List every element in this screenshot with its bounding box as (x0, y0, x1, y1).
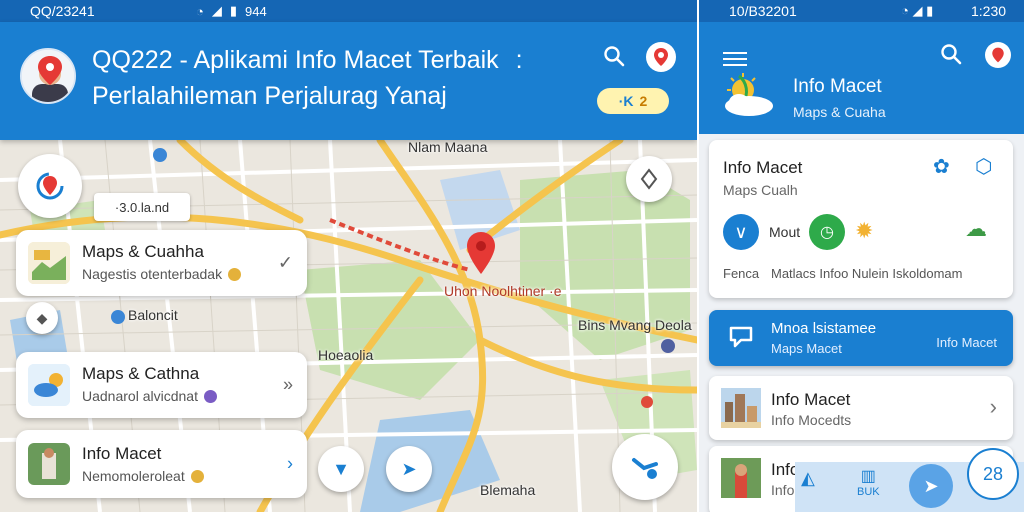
route-fab[interactable]: 28 (967, 448, 1019, 500)
info-card-title: Info Macet (723, 158, 803, 177)
traffic-pill[interactable]: ·K 2 (597, 88, 669, 114)
signal-icon: ◢ (211, 3, 222, 18)
highlight-card[interactable]: Mnoa lsistamee Maps Macet Info Macet (709, 310, 1013, 366)
left-screen: Nlam Maana Uhon Noolhtiner ·e Bins Mvang… (0, 0, 697, 512)
chevron-right-icon: › (989, 394, 997, 419)
navigation-arrow-icon: ➤ (923, 475, 939, 496)
overflow-menu-icon[interactable]: : (516, 46, 523, 74)
app-bar: QQ222 - Aplikami Info Macet Terbaik : Pe… (0, 22, 697, 140)
check-icon: ✓ (277, 252, 293, 273)
status-bar: 10/B32201 ◔ ◢ ▮ 1:230 (699, 0, 1024, 22)
list-item[interactable]: Maps & Cuahha Nagestis otenterbadak ✓ (16, 230, 307, 296)
person-thumbnail (721, 458, 761, 498)
app-name: Info Macet (793, 76, 882, 97)
chevron-down-icon[interactable]: ∨ (723, 214, 759, 250)
highlight-subtitle: Maps Macet (771, 341, 842, 356)
my-location-button[interactable] (18, 154, 82, 218)
status-time: 10/B32201 (729, 3, 797, 19)
weather-logo-icon (725, 73, 773, 116)
card-subtitle: Uadnarol alvicdnat (82, 388, 217, 404)
wifi-icon: ◔ (196, 3, 204, 19)
page-title: QQ222 - Aplikami Info Macet Terbaik : (92, 46, 523, 74)
navigate-fab[interactable]: ➤ (909, 464, 953, 508)
action-label: Mout (769, 224, 801, 240)
card-subtitle: Nagestis otenterbadak (82, 266, 242, 282)
hamburger-menu-icon[interactable] (723, 48, 747, 70)
location-pin-icon[interactable] (466, 232, 496, 274)
home-nav-icon[interactable]: ◭ (801, 468, 815, 489)
chat-icon (729, 326, 753, 348)
status-time: QQ/23241 (30, 3, 95, 19)
navigate-button[interactable]: ➤ (386, 446, 432, 492)
map-label-bottom: Blemaha (480, 482, 536, 498)
book-nav-label: BUK (857, 486, 880, 498)
list-item[interactable]: Maps & Cathna Uadnarol alvicdnat » (16, 352, 307, 418)
avatar[interactable] (20, 48, 76, 104)
city-thumbnail (721, 388, 761, 428)
list-subtitle: Info Mocedts (771, 412, 852, 428)
compass-button[interactable] (626, 156, 672, 202)
pill-right: 2 (639, 93, 648, 109)
footer-left: Fenca (723, 266, 760, 281)
signal-map-icon: ▼ (332, 458, 350, 479)
compass-icon (640, 168, 658, 190)
app-bar: Info Macet Maps & Cuaha (699, 22, 1024, 134)
share-icon[interactable]: ⬡ (975, 154, 992, 179)
list-item[interactable]: Info Macet Nemomoleroleat › (16, 430, 307, 498)
card-title: Maps & Cathna (82, 364, 200, 383)
map-label-right: Bins Mvang Deola (578, 317, 692, 333)
badge-icon (228, 267, 242, 281)
book-nav-item[interactable]: ▥ BUK (857, 466, 880, 498)
card-subtitle: Nemomoleroleat (82, 468, 204, 484)
map-label-lower: Hoeaolia (318, 347, 374, 363)
weather-thumbnail (28, 364, 70, 406)
sun-icon: ✹ (855, 218, 874, 243)
photo-thumbnail (28, 443, 70, 485)
navigation-arrow-icon: ➤ (401, 458, 417, 479)
map-tooltip: ·3.0.la.nd (94, 193, 190, 221)
badge-icon (190, 469, 204, 483)
list-item[interactable]: Info Macet Info Mocedts › (709, 376, 1013, 440)
map-label-center: Uhon Noolhtiner ·e (444, 283, 562, 299)
page-subtitle: Perlalahileman Perjalurag Yanaj (92, 82, 447, 110)
map-label-top: Nlam Maana (408, 139, 488, 155)
right-screen: 10/B32201 ◔ ◢ ▮ 1:230 Info Macet Maps & … (697, 0, 1024, 512)
wifi-map-button[interactable]: ▼ (318, 446, 364, 492)
battery-icon: ▮ (229, 3, 238, 18)
info-card: Info Macet Maps Cualh ✿ ⬡ ∨ Mout ◷ ✹ ☁ F… (709, 140, 1013, 298)
card-title: Info Macet (82, 444, 162, 463)
route-icon (632, 458, 658, 479)
status-icons-text: 944 (245, 3, 267, 19)
highlight-title: Mnoa lsistamee (771, 320, 877, 337)
status-icons: ◔ ◢ ▮ (901, 3, 934, 18)
notification-icon[interactable] (646, 42, 676, 72)
map-label-mid: Baloncit (128, 307, 178, 323)
info-card-subtitle: Maps Cualh (723, 182, 798, 198)
chevron-right-icon: › (287, 453, 293, 474)
status-clock: 1:230 (971, 3, 1007, 19)
list-title: Info Macet (771, 390, 851, 409)
bookmark-icon[interactable]: ✿ (933, 154, 950, 179)
status-icons: ◔ ◢ ▮ 944 (196, 3, 267, 19)
layers-button[interactable]: ◆ (26, 302, 58, 334)
pill-left: ·K (618, 93, 634, 109)
search-icon[interactable] (939, 42, 963, 71)
cloud-icon: ☁ (965, 216, 987, 241)
route-fab-label: 28 (982, 463, 1004, 484)
route-fab[interactable] (612, 434, 678, 500)
search-icon[interactable] (600, 42, 628, 70)
card-title: Maps & Cuahha (82, 242, 204, 261)
highlight-right-label: Info Macet (936, 335, 997, 350)
book-icon: ▥ (860, 468, 876, 485)
footer-right: Matlacs Infoo Nulein Iskoldomam (771, 266, 963, 281)
badge-icon (203, 389, 217, 403)
notification-icon[interactable] (985, 42, 1011, 68)
map-thumbnail (28, 242, 70, 284)
location-target-icon (36, 172, 64, 200)
clock-icon[interactable]: ◷ (809, 214, 845, 250)
layers-icon: ◆ (36, 309, 48, 326)
status-bar: QQ/23241 ◔ ◢ ▮ 944 (0, 0, 697, 22)
double-chevron-icon: » (282, 374, 293, 395)
app-tagline: Maps & Cuaha (793, 104, 886, 120)
